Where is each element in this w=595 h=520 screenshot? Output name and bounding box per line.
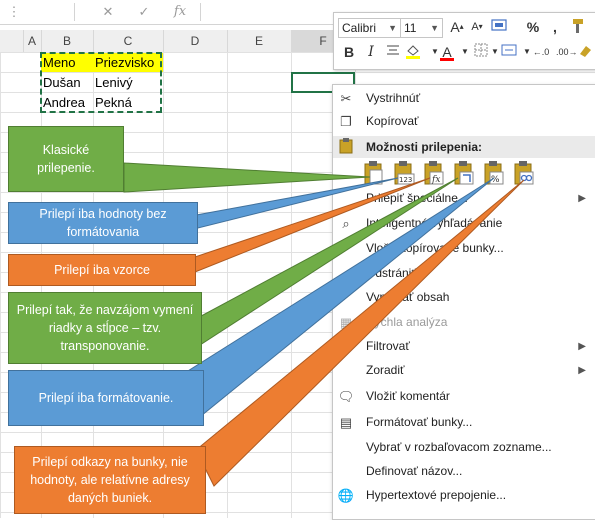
callout-paste-values: Prilepí iba hodnoty bez formátovania bbox=[8, 202, 198, 244]
callout-classic-paste: Klasické prilepenie. bbox=[8, 126, 124, 192]
callout-paste-formulas: Prilepí iba vzorce bbox=[8, 254, 196, 286]
callout-paste-links: Prilepí odkazy na bunky, nie hodnoty, al… bbox=[14, 446, 206, 514]
callout-paste-formatting: Prilepí iba formátovanie. bbox=[8, 370, 204, 426]
callout-pointer-links bbox=[195, 179, 525, 487]
callout-pointer-classic bbox=[123, 162, 371, 193]
callout-paste-transpose: Prilepí tak, že navzájom vymení riadky a… bbox=[8, 292, 202, 364]
callout-pointer-transpose bbox=[189, 177, 459, 346]
